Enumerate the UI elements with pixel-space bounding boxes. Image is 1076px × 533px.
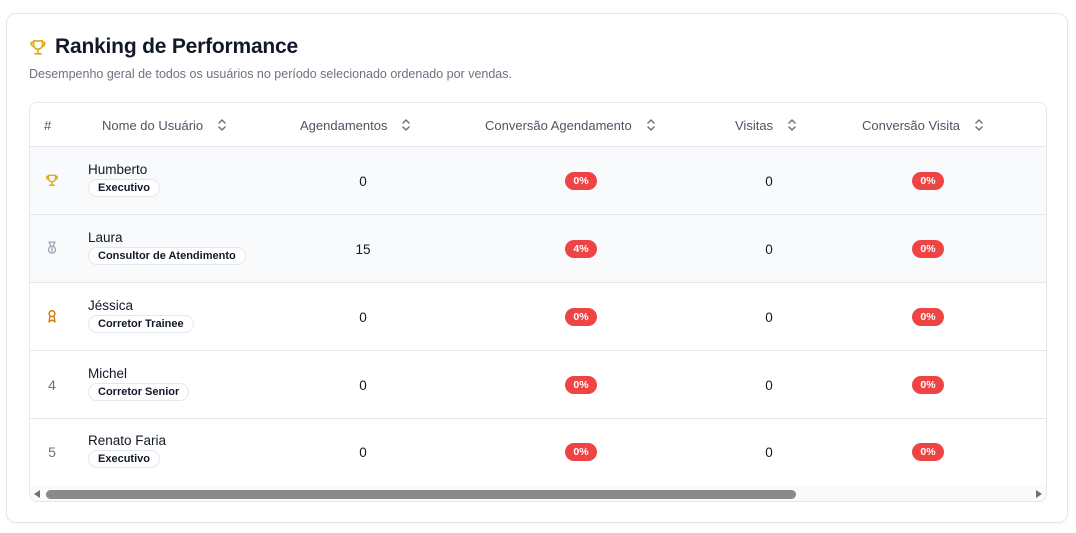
visit-conversion-cell: 0% [898, 147, 958, 215]
table-row: Jéssica Corretor Trainee 0 0% 0 0% [30, 283, 1046, 351]
scroll-right-icon[interactable] [1036, 490, 1042, 498]
rank-cell: 5 [48, 444, 56, 460]
appointments-cell: 0 [359, 444, 367, 460]
appointments-cell: 0 [359, 377, 367, 393]
sort-icon[interactable] [646, 118, 656, 132]
rank-cell: 4 [48, 377, 56, 393]
role-badge: Corretor Senior [88, 383, 190, 401]
visit-conversion-cell: 0% [898, 418, 958, 486]
appointments-cell: 0 [359, 309, 367, 325]
column-header-visit-conversion[interactable]: Conversão Visita [862, 103, 984, 147]
page-subtitle: Desempenho geral de todos os usuários no… [29, 67, 512, 81]
table-row: 5 Renato Faria Executivo 0 0% 0 0% [30, 418, 1046, 486]
column-header-appointment-conversion[interactable]: Conversão Agendamento [485, 103, 656, 147]
user-cell: Humberto Executivo [88, 162, 160, 197]
table-row: 4 Michel Corretor Senior 0 0% 0 0% [30, 351, 1046, 419]
role-badge: Corretor Trainee [88, 315, 194, 333]
conversion-badge: 0% [912, 172, 944, 190]
column-header-visits[interactable]: Visitas [735, 103, 797, 147]
appointment-conversion-cell: 0% [551, 147, 611, 215]
user-name: Renato Faria [88, 433, 167, 448]
table-row: Humberto Executivo 0 0% 0 0% [30, 147, 1046, 215]
appointment-conversion-cell: 0% [551, 283, 611, 351]
sort-icon[interactable] [401, 118, 411, 132]
role-badge: Executivo [88, 179, 160, 197]
visit-conversion-cell: 0% [898, 283, 958, 351]
user-name: Jéssica [88, 298, 134, 313]
trophy-icon [29, 38, 47, 56]
user-cell: Renato Faria Executivo [88, 433, 166, 468]
scrollbar-thumb[interactable] [46, 490, 796, 499]
award-icon [45, 309, 59, 326]
appointments-cell: 0 [359, 173, 367, 189]
role-badge: Consultor de Atendimento [88, 247, 246, 265]
conversion-badge: 0% [565, 172, 597, 190]
user-cell: Michel Corretor Senior [88, 366, 190, 401]
table-header: # Nome do Usuário Agendamentos Conversão… [30, 103, 1046, 147]
appointment-conversion-cell: 0% [551, 418, 611, 486]
scroll-left-icon[interactable] [34, 490, 40, 498]
column-header-appointments[interactable]: Agendamentos [300, 103, 411, 147]
user-name: Laura [88, 230, 123, 245]
sort-icon[interactable] [974, 118, 984, 132]
ranking-table: # Nome do Usuário Agendamentos Conversão… [29, 102, 1047, 502]
visits-cell: 0 [765, 377, 773, 393]
column-header-rank: # [44, 117, 52, 133]
trophy-icon [45, 173, 59, 190]
appointments-cell: 15 [355, 241, 371, 257]
appointment-conversion-cell: 4% [551, 215, 611, 283]
sort-icon[interactable] [217, 118, 227, 132]
conversion-badge: 0% [912, 376, 944, 394]
user-cell: Laura Consultor de Atendimento [88, 230, 246, 265]
visit-conversion-cell: 0% [898, 351, 958, 419]
horizontal-scrollbar[interactable] [30, 485, 1046, 501]
conversion-badge: 4% [565, 240, 597, 258]
conversion-badge: 0% [565, 443, 597, 461]
column-header-name[interactable]: Nome do Usuário [102, 103, 227, 147]
table-row: Laura Consultor de Atendimento 15 4% 0 0… [30, 215, 1046, 283]
role-badge: Executivo [88, 450, 160, 468]
visits-cell: 0 [765, 241, 773, 257]
conversion-badge: 0% [912, 240, 944, 258]
conversion-badge: 0% [912, 443, 944, 461]
medal-icon [45, 241, 59, 258]
rank-cell [44, 283, 60, 351]
rank-cell [44, 215, 60, 283]
user-cell: Jéssica Corretor Trainee [88, 298, 194, 333]
rank-cell [44, 147, 60, 215]
conversion-badge: 0% [565, 308, 597, 326]
page-title: Ranking de Performance [55, 35, 299, 58]
sort-icon[interactable] [787, 118, 797, 132]
visits-cell: 0 [765, 444, 773, 460]
visits-cell: 0 [765, 309, 773, 325]
card-header: Ranking de Performance Desempenho geral … [29, 35, 512, 81]
visit-conversion-cell: 0% [898, 215, 958, 283]
visits-cell: 0 [765, 173, 773, 189]
conversion-badge: 0% [565, 376, 597, 394]
ranking-card: Ranking de Performance Desempenho geral … [6, 13, 1068, 523]
user-name: Humberto [88, 162, 148, 177]
conversion-badge: 0% [912, 308, 944, 326]
user-name: Michel [88, 366, 128, 381]
appointment-conversion-cell: 0% [551, 351, 611, 419]
